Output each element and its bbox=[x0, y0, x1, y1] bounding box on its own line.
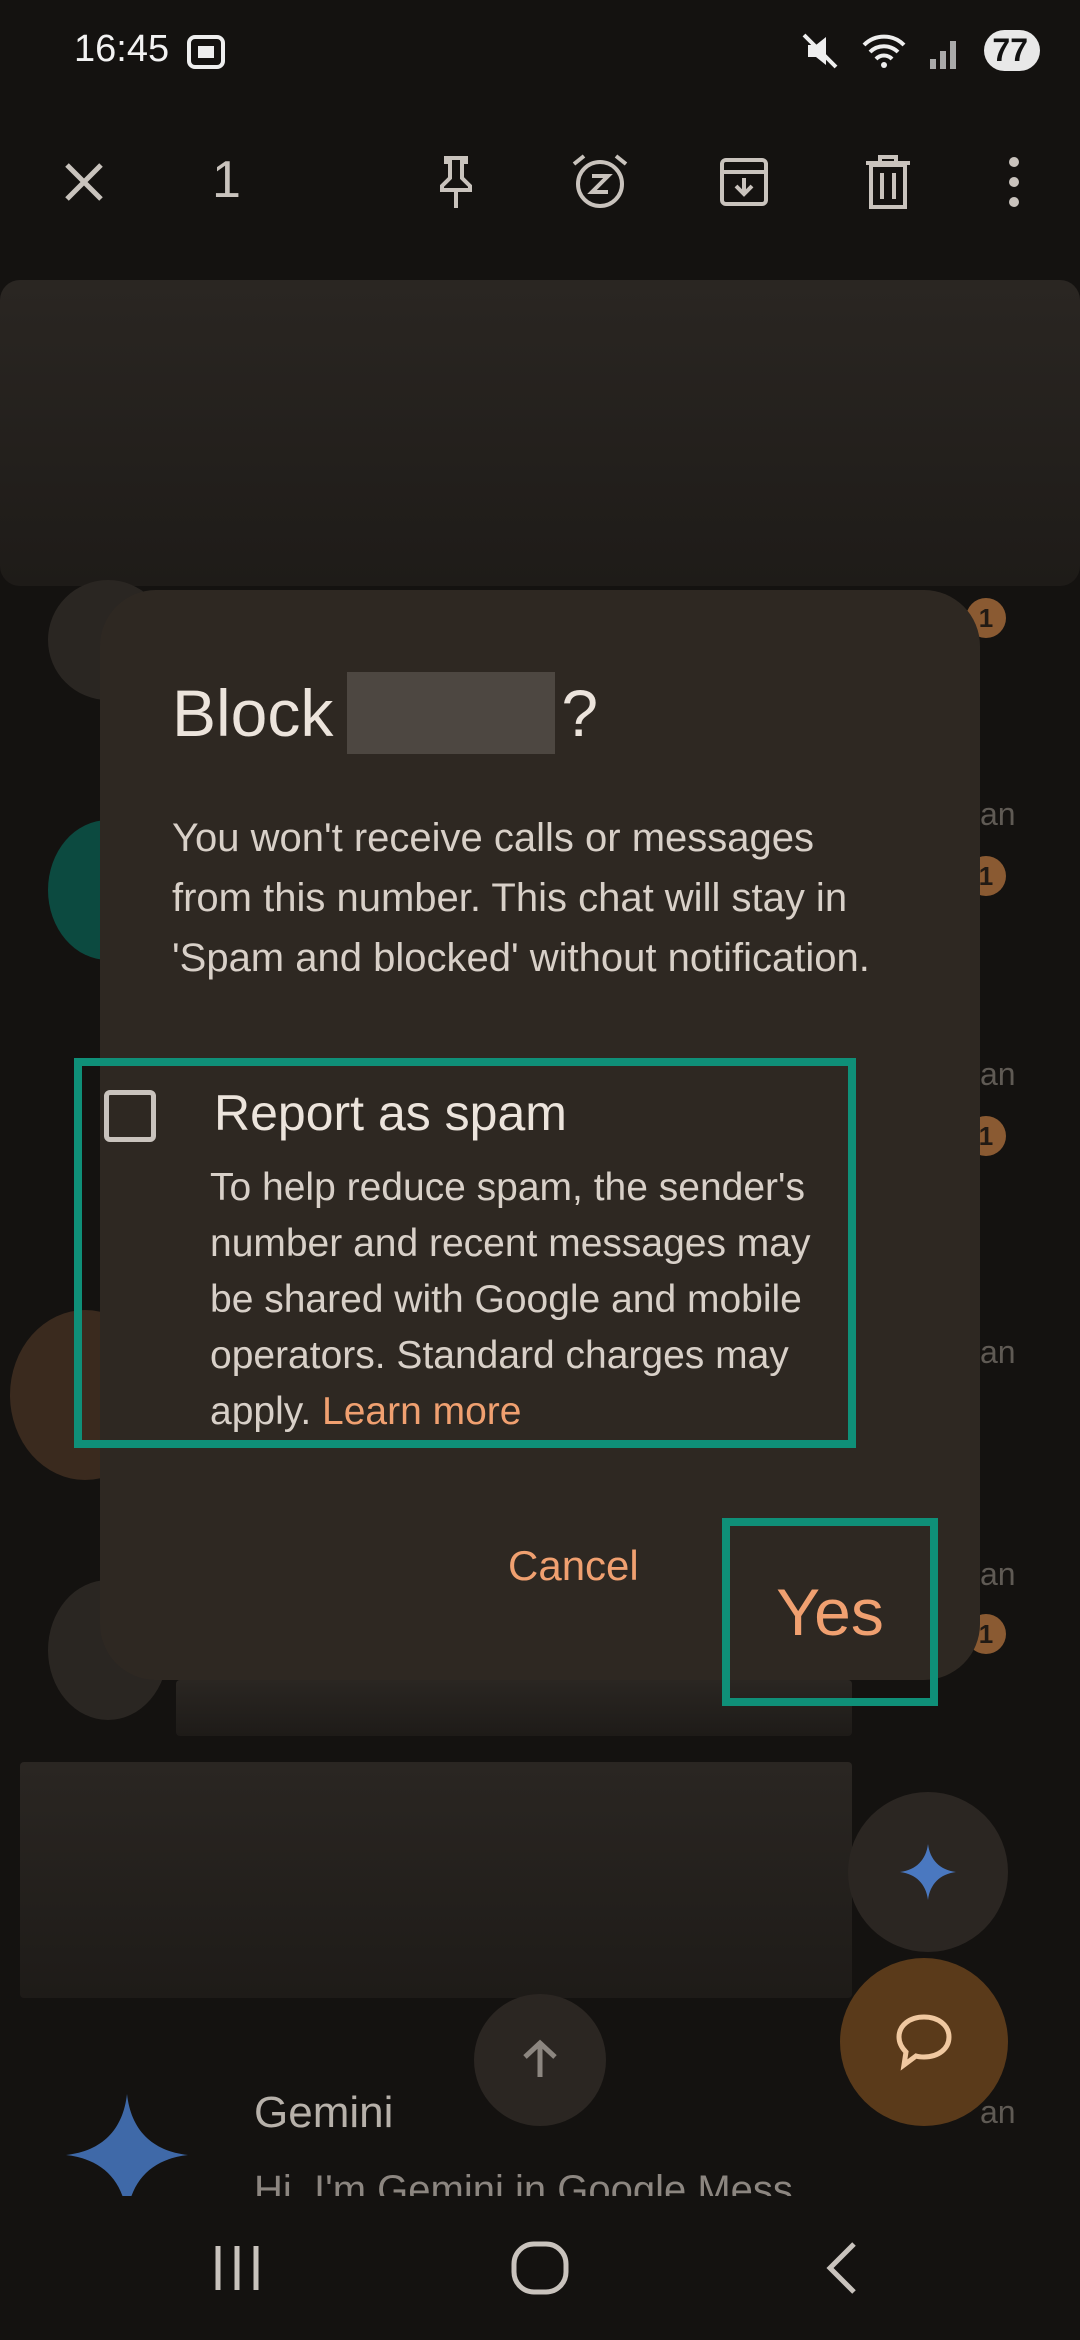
more-icon[interactable] bbox=[982, 150, 1046, 214]
scroll-to-top-button[interactable] bbox=[474, 1994, 606, 2126]
recent-apps-icon[interactable] bbox=[212, 2242, 262, 2299]
gemini-sparkle-icon bbox=[900, 1844, 956, 1900]
selected-count: 1 bbox=[212, 151, 241, 209]
status-time: 16:45 bbox=[74, 28, 170, 70]
yes-button-label: Yes bbox=[776, 1575, 884, 1649]
start-chat-fab[interactable] bbox=[840, 1958, 1008, 2126]
navigation-bar bbox=[0, 2196, 1080, 2340]
blurred-conversation bbox=[20, 1762, 852, 1998]
dialog-title: Block ? bbox=[172, 672, 598, 754]
timestamp: an bbox=[980, 1334, 1016, 1370]
screenshot-icon bbox=[186, 34, 226, 75]
archive-icon[interactable] bbox=[712, 150, 776, 214]
battery-level: 77 bbox=[992, 32, 1028, 68]
timestamp: an bbox=[980, 796, 1016, 832]
chat-bubble-icon bbox=[896, 2014, 952, 2071]
close-icon[interactable] bbox=[52, 150, 116, 214]
pin-icon[interactable] bbox=[424, 150, 488, 214]
report-spam-label[interactable]: Report as spam bbox=[214, 1084, 567, 1142]
timestamp: an bbox=[980, 1056, 1016, 1092]
wifi-icon bbox=[862, 34, 906, 68]
conversation-name: Gemini bbox=[254, 2088, 394, 2137]
status-icons: 77 bbox=[800, 30, 1040, 71]
selection-toolbar: 1 bbox=[0, 130, 1080, 230]
cancel-button[interactable]: Cancel bbox=[508, 1542, 639, 1590]
report-spam-description: To help reduce spam, the sender's number… bbox=[210, 1160, 850, 1440]
gemini-fab[interactable] bbox=[848, 1792, 1008, 1952]
home-icon[interactable] bbox=[510, 2240, 570, 2301]
signal-icon bbox=[930, 40, 957, 69]
yes-button[interactable]: Yes bbox=[722, 1518, 938, 1706]
mute-icon bbox=[802, 33, 838, 68]
arrow-up-icon bbox=[523, 2039, 557, 2077]
blurred-conversation bbox=[0, 280, 1080, 586]
back-icon[interactable] bbox=[822, 2240, 862, 2301]
dialog-body: You won't receive calls or messages from… bbox=[172, 816, 870, 980]
timestamp: an bbox=[980, 2094, 1016, 2130]
snooze-icon[interactable] bbox=[568, 150, 632, 214]
battery-indicator: 77 bbox=[984, 30, 1040, 71]
dialog-title-prefix: Block bbox=[172, 676, 334, 750]
timestamp: an bbox=[980, 1556, 1016, 1592]
report-spam-checkbox[interactable] bbox=[104, 1090, 156, 1142]
dialog-title-suffix: ? bbox=[561, 676, 599, 750]
redacted-contact-name bbox=[347, 672, 556, 754]
learn-more-link[interactable]: Learn more bbox=[322, 1390, 521, 1433]
delete-icon[interactable] bbox=[856, 150, 920, 214]
